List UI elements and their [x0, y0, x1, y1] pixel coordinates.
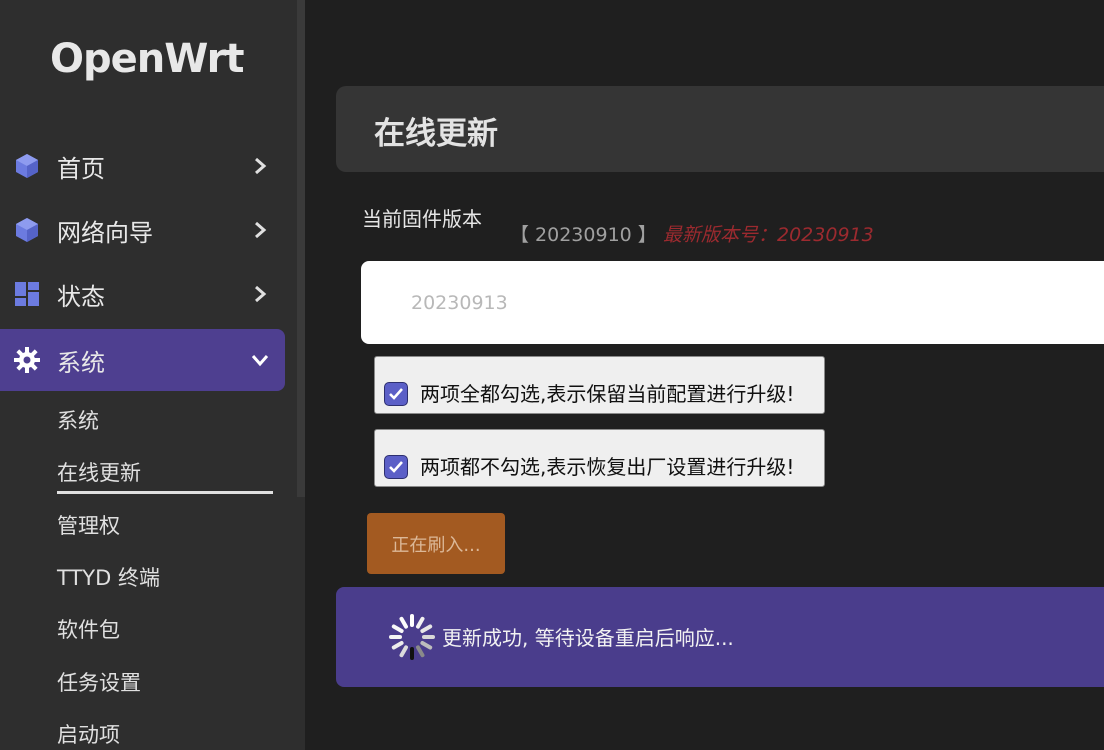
sidebar-item-home[interactable]: 首页 — [0, 135, 285, 197]
status-panel: 更新成功, 等待设备重启后响应... — [336, 587, 1104, 687]
factory-reset-option[interactable]: 两项都不勾选,表示恢复出厂设置进行升级! — [374, 429, 825, 487]
sidebar-item-label: 网络向导 — [57, 218, 153, 247]
option-label: 两项全都勾选,表示保留当前配置进行升级! — [420, 382, 795, 406]
chevron-right-icon — [250, 156, 270, 176]
page-header: 在线更新 — [336, 86, 1104, 172]
sub-item-system[interactable]: 系统 — [57, 405, 99, 435]
check-icon — [389, 461, 403, 473]
option-label: 两项都不勾选,表示恢复出厂设置进行升级! — [420, 455, 795, 479]
chevron-right-icon — [250, 220, 270, 240]
current-version: 【 20230910 】 — [510, 224, 657, 246]
sidebar-item-status[interactable]: 状态 — [0, 263, 285, 325]
firmware-version-input[interactable] — [361, 261, 1104, 344]
keep-config-option[interactable]: 两项全都勾选,表示保留当前配置进行升级! — [374, 356, 825, 414]
sub-item-ttyd[interactable]: TTYD 终端 — [57, 562, 160, 592]
factory-reset-checkbox[interactable] — [384, 455, 408, 479]
cube-icon — [14, 217, 40, 243]
sub-item-tasks[interactable]: 任务设置 — [57, 667, 141, 697]
latest-version: 最新版本号：20230913 — [663, 224, 874, 246]
gear-icon — [14, 347, 40, 373]
firmware-label: 当前固件版本 — [362, 207, 482, 231]
dashboard-icon — [14, 281, 40, 307]
status-message: 更新成功, 等待设备重启后响应... — [442, 626, 734, 650]
flash-button[interactable]: 正在刷入... — [367, 513, 505, 574]
sidebar-item-system[interactable]: 系统 — [0, 329, 285, 391]
sidebar-item-network-wizard[interactable]: 网络向导 — [0, 199, 285, 261]
check-icon — [389, 388, 403, 400]
cube-icon — [14, 153, 40, 179]
sidebar-item-label: 首页 — [57, 154, 105, 183]
sub-item-packages[interactable]: 软件包 — [57, 614, 120, 644]
keep-config-checkbox[interactable] — [384, 382, 408, 406]
sidebar-item-label: 状态 — [57, 282, 105, 311]
active-indicator — [57, 491, 273, 494]
chevron-right-icon — [250, 284, 270, 304]
page-title: 在线更新 — [374, 116, 498, 152]
loading-spinner-icon — [386, 611, 438, 663]
sub-item-admin[interactable]: 管理权 — [57, 510, 120, 540]
sidebar-scrollbar[interactable] — [297, 0, 305, 497]
sub-item-online-update[interactable]: 在线更新 — [57, 457, 141, 487]
sidebar-item-label: 系统 — [57, 348, 105, 377]
chevron-down-icon — [250, 350, 270, 370]
sidebar: OpenWrt 首页 网络向导 状态 系统 系统 在线更新 管理权 TTYD 终… — [0, 0, 305, 750]
openwrt-logo: OpenWrt — [50, 36, 245, 82]
sub-item-startup[interactable]: 启动项 — [57, 719, 120, 749]
